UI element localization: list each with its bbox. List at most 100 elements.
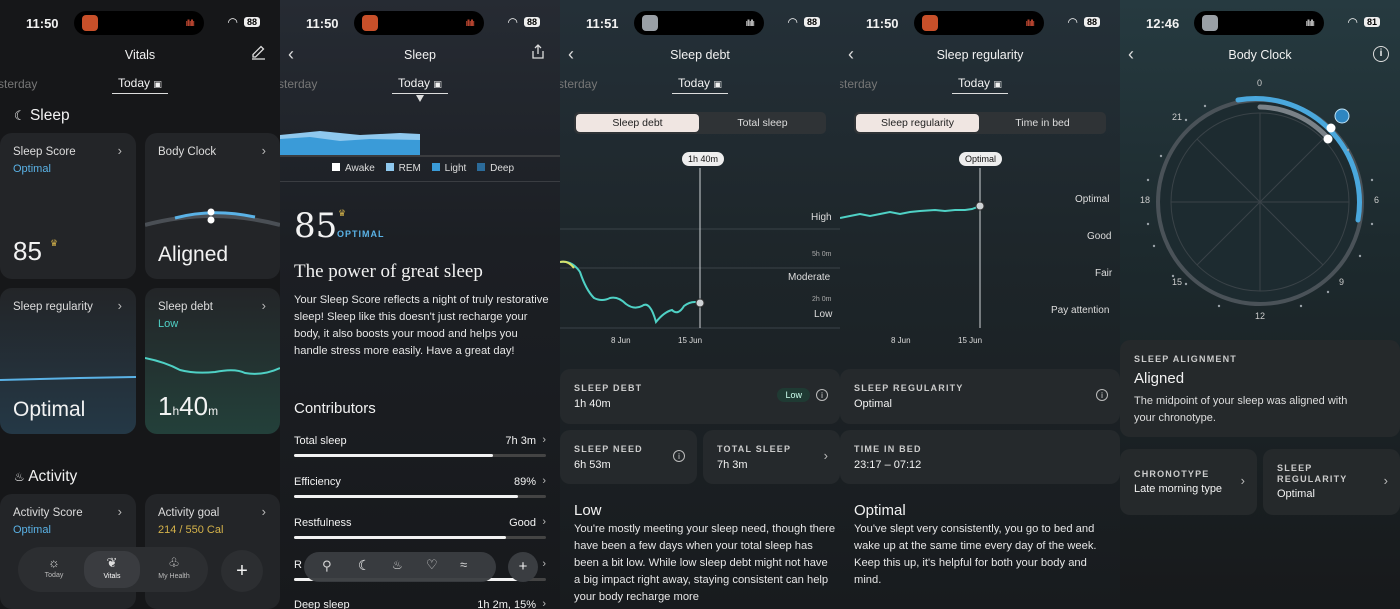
- chronotype-value: Late morning type: [1134, 483, 1223, 495]
- debt-minutes: 40: [179, 391, 209, 421]
- segmented-control[interactable]: Sleep regularity Time in bed: [854, 112, 1106, 134]
- tab-label: Vitals: [103, 573, 121, 580]
- page-title: Sleep regularity: [936, 48, 1024, 62]
- contributor-label: Restfulness: [294, 517, 352, 529]
- cursor-point[interactable]: [695, 298, 705, 308]
- chevron-right-icon: ›: [1383, 473, 1388, 488]
- chronotype-caption: CHRONOTYPE: [1134, 469, 1210, 479]
- card-title: Sleep regularity: [13, 301, 93, 313]
- chevron-right-icon: ›: [117, 504, 122, 519]
- contributor-restfulness[interactable]: Restfulness Good ›: [294, 516, 546, 539]
- leaf-icon: ❦: [106, 555, 118, 570]
- sleep-debt-chart: [560, 168, 840, 329]
- battery-badge: 88: [803, 17, 820, 27]
- bed-icon[interactable]: ⚲: [322, 558, 332, 574]
- hour-label: 18: [1140, 195, 1151, 205]
- add-button[interactable]: +: [221, 550, 263, 592]
- body-clock-card[interactable]: Body Clock › Aligned: [145, 133, 280, 279]
- date-today[interactable]: Today ▣: [392, 76, 448, 94]
- status-time: 11:50: [306, 16, 339, 31]
- status-bar: 12:46 ıllıllı ◠ 81: [1120, 11, 1400, 35]
- hypnogram-legend: Awake REM Light Deep: [324, 163, 514, 174]
- legend-awake: Awake: [345, 163, 375, 174]
- progress-bar: [294, 495, 546, 498]
- contributor-total-sleep[interactable]: Total sleep 7h 3m ›: [294, 434, 546, 457]
- wifi-icon: ◠: [1067, 15, 1078, 29]
- sleep-regularity-card[interactable]: SLEEP REGULARITY Optimal ›: [1263, 449, 1400, 515]
- legend-swatch-rem: [385, 163, 394, 171]
- segment-sleep-debt[interactable]: Sleep debt: [576, 114, 699, 132]
- moon-icon[interactable]: ☾: [358, 557, 371, 574]
- battery-badge: 81: [1363, 17, 1380, 27]
- chevron-right-icon: ›: [542, 558, 546, 570]
- tab-vitals[interactable]: ❦ Vitals: [84, 551, 140, 588]
- segmented-control[interactable]: Sleep debt Total sleep: [574, 112, 826, 134]
- date-yesterday[interactable]: sterday: [280, 77, 317, 91]
- tab-label: My Health: [158, 573, 190, 580]
- segment-sleep-regularity[interactable]: Sleep regularity: [856, 114, 979, 132]
- contributor-deep-sleep[interactable]: Deep sleep 1h 2m, 15% ›: [294, 598, 546, 609]
- crown-icon: ♛: [50, 238, 59, 248]
- sleep-section-title: ☾ Sleep: [14, 107, 70, 125]
- score-label: OPTIMAL: [337, 229, 385, 239]
- date-today-label: Today: [118, 76, 151, 90]
- page-title: Sleep debt: [670, 48, 730, 62]
- segment-total-sleep[interactable]: Total sleep: [701, 114, 824, 132]
- progress-fill: [294, 454, 494, 457]
- chevron-right-icon: ›: [542, 475, 546, 487]
- date-selector[interactable]: sterday Today ▣: [560, 76, 840, 96]
- date-today[interactable]: Today ▣: [112, 76, 168, 94]
- wifi-icon: ◠: [227, 15, 238, 29]
- sleep-screen: 11:50 ıllıllı ◠ 88 ‹ Sleep sterday Today…: [280, 0, 560, 609]
- y-label-2h: 2h 0m: [812, 296, 832, 303]
- date-yesterday[interactable]: sterday: [840, 77, 877, 91]
- x-label: 8 Jun: [611, 336, 631, 345]
- date-selector[interactable]: sterday Today ▣: [0, 76, 280, 96]
- sleep-regularity-card[interactable]: Sleep regularity › Optimal: [0, 288, 136, 434]
- date-today-label: Today: [678, 76, 711, 90]
- contributor-label: R: [294, 559, 302, 571]
- tab-today[interactable]: ☼ Today: [26, 555, 82, 579]
- sleep-score-card[interactable]: Sleep Score Optimal › 85 ♛: [0, 133, 136, 279]
- info-icon[interactable]: i: [1096, 389, 1108, 401]
- card-status: 214 / 550 Cal: [158, 524, 224, 536]
- heart-icon[interactable]: ♡: [426, 557, 438, 573]
- share-icon[interactable]: [530, 44, 546, 64]
- score-description: Your Sleep Score reflects a night of tru…: [294, 294, 549, 357]
- date-selector[interactable]: sterday Today ▣: [280, 76, 560, 96]
- contributor-efficiency[interactable]: Efficiency 89% ›: [294, 475, 546, 498]
- cursor-point[interactable]: [975, 201, 985, 211]
- contributors-title: Contributors: [294, 400, 376, 417]
- sleep-need-card: SLEEP NEED 6h 53m i: [560, 430, 697, 484]
- sleep-debt-card[interactable]: Sleep debt Low › 1h40m: [145, 288, 280, 434]
- total-sleep-card[interactable]: TOTAL SLEEP 7h 3m ›: [703, 430, 840, 484]
- flame-icon[interactable]: ♨: [392, 558, 403, 572]
- wifi-icon: ◠: [507, 15, 518, 29]
- edit-icon[interactable]: [250, 44, 266, 64]
- chevron-right-icon: ›: [542, 516, 546, 528]
- date-yesterday[interactable]: sterday: [0, 77, 37, 91]
- chronotype-card[interactable]: CHRONOTYPE Late morning type ›: [1120, 449, 1257, 515]
- sleep-regularity-screen: 11:50 ıllıllı ◠ 88 ‹ Sleep regularity st…: [840, 0, 1120, 609]
- date-selector[interactable]: sterday Today ▣: [840, 76, 1120, 96]
- result-title: Optimal: [854, 502, 906, 519]
- sleep-alignment-card: SLEEP ALIGNMENT Aligned The midpoint of …: [1120, 340, 1400, 437]
- date-today[interactable]: Today ▣: [672, 76, 728, 94]
- info-icon[interactable]: i: [1373, 46, 1389, 62]
- page-title: Vitals: [124, 48, 156, 62]
- x-label: 8 Jun: [891, 336, 911, 345]
- app-icon: [82, 15, 98, 31]
- info-icon[interactable]: i: [673, 450, 685, 462]
- page-title: Body Clock: [1228, 48, 1292, 62]
- sleep-need-caption: SLEEP NEED: [574, 444, 643, 454]
- time-in-bed-caption: TIME IN BED: [854, 444, 922, 454]
- date-today[interactable]: Today ▣: [952, 76, 1008, 94]
- date-yesterday[interactable]: sterday: [560, 77, 597, 91]
- waves-icon[interactable]: ≈: [460, 557, 467, 572]
- battery-badge: 88: [243, 17, 260, 27]
- tab-my-health[interactable]: ♧ My Health: [144, 555, 204, 580]
- add-button[interactable]: +: [508, 552, 538, 582]
- segment-time-in-bed[interactable]: Time in bed: [981, 114, 1104, 132]
- bed-icon: [1334, 108, 1350, 124]
- info-icon[interactable]: i: [816, 389, 828, 401]
